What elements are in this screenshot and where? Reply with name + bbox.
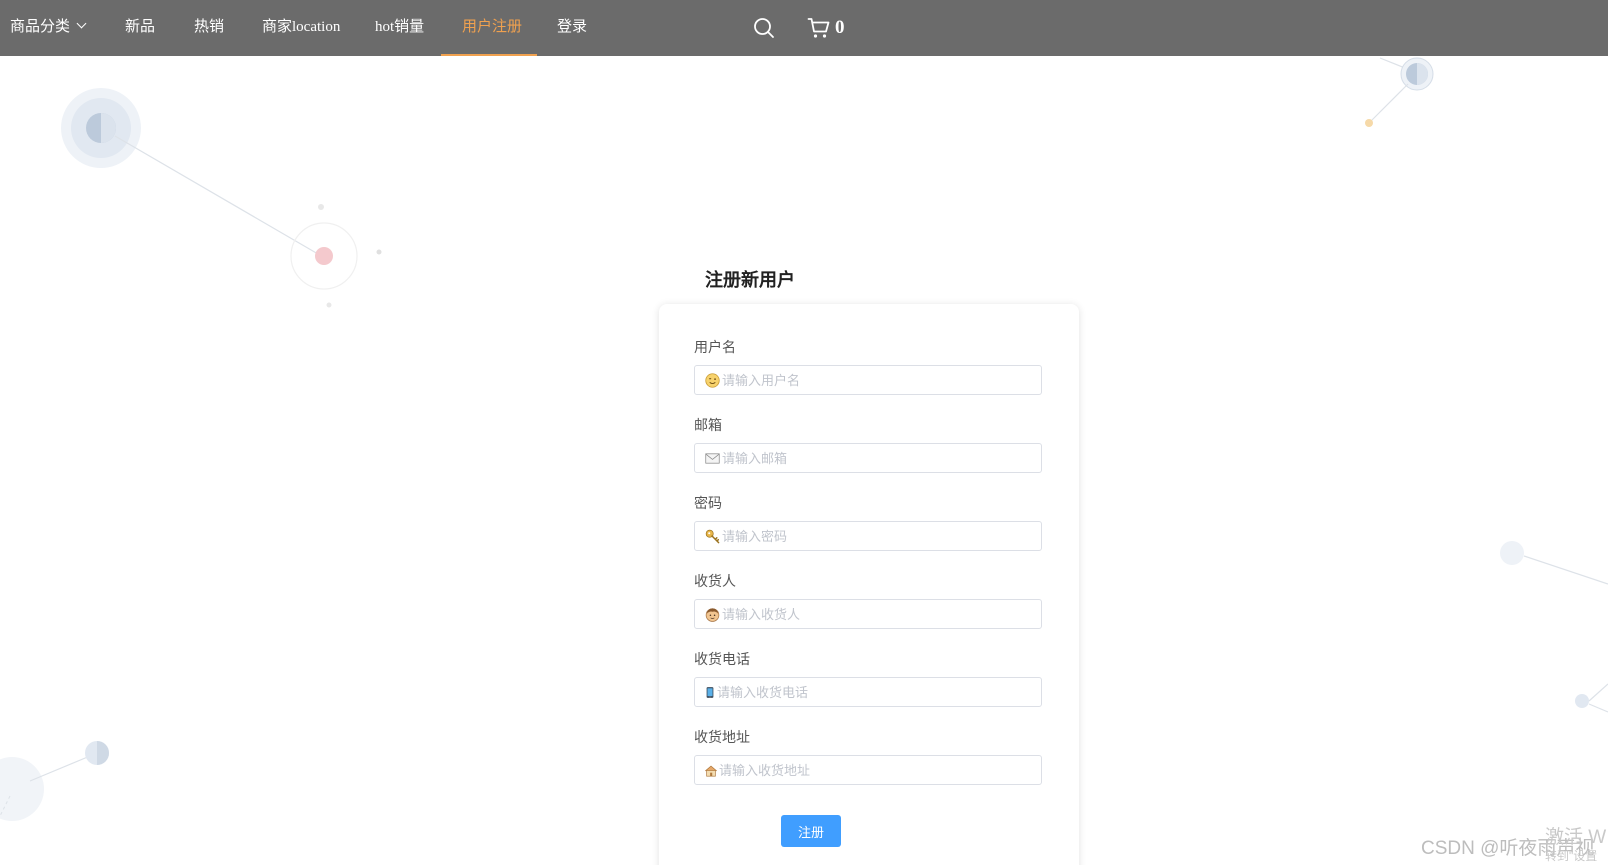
nav-item-login[interactable]: 登录 [557, 0, 587, 56]
page: 商品分类 新品 热销 商家location hot销量 用户注册 登录 0 注册… [0, 0, 1608, 865]
nav-item-label: hot销量 [375, 19, 425, 35]
nav-item-label: 用户注册 [462, 19, 523, 35]
email-label: 邮箱 [694, 417, 722, 433]
nav-item-label: 登录 [557, 19, 588, 35]
password-input[interactable] [722, 522, 1032, 550]
address-input[interactable] [719, 756, 1029, 784]
nav-item-merchant-location[interactable]: 商家location [262, 0, 340, 56]
address-label: 收货地址 [694, 729, 750, 745]
phone-label: 收货电话 [694, 651, 750, 667]
nav-item-hot-sales[interactable]: hot销量 [375, 0, 424, 56]
nav-item-hot[interactable]: 热销 [194, 0, 224, 56]
os-activation-subtext: 转到"设置 [1545, 849, 1598, 863]
person-face-icon [705, 608, 720, 622]
phone-field-wrapper [694, 677, 1042, 707]
nav-item-label: 热销 [194, 19, 225, 35]
nav-item-category[interactable]: 商品分类 [10, 0, 87, 56]
smiley-face-icon [705, 373, 720, 388]
nav-item-new[interactable]: 新品 [125, 0, 155, 56]
nav-item-register[interactable]: 用户注册 [462, 0, 522, 56]
search-icon[interactable] [752, 16, 776, 40]
mobile-phone-icon [706, 687, 714, 698]
address-field-wrapper [694, 755, 1042, 785]
username-label: 用户名 [694, 339, 736, 355]
house-icon [705, 765, 717, 777]
os-activation-notice: 激活 W [1545, 827, 1607, 848]
top-navbar: 商品分类 新品 热销 商家location hot销量 用户注册 登录 0 [0, 0, 1608, 56]
email-input[interactable] [722, 444, 1032, 472]
username-field-wrapper [694, 365, 1042, 395]
nav-item-label: 新品 [125, 19, 156, 35]
register-form: 用户名 邮箱 密码 [659, 304, 1079, 865]
key-icon [705, 529, 720, 544]
password-label: 密码 [694, 495, 722, 511]
consignee-input[interactable] [722, 600, 1032, 628]
shopping-cart-icon[interactable] [807, 16, 831, 40]
email-field-wrapper [694, 443, 1042, 473]
consignee-label: 收货人 [694, 573, 736, 589]
chevron-down-icon [76, 18, 87, 29]
username-input[interactable] [722, 366, 1032, 394]
page-title: 注册新用户 [705, 270, 795, 290]
phone-input[interactable] [717, 678, 1027, 706]
nav-item-label: 商家location [262, 19, 341, 35]
nav-item-label: 商品分类 [10, 19, 71, 35]
consignee-field-wrapper [694, 599, 1042, 629]
password-field-wrapper [694, 521, 1042, 551]
envelope-icon [705, 453, 720, 464]
register-submit-button[interactable]: 注册 [781, 815, 841, 847]
cart-count-badge: 0 [835, 17, 845, 38]
